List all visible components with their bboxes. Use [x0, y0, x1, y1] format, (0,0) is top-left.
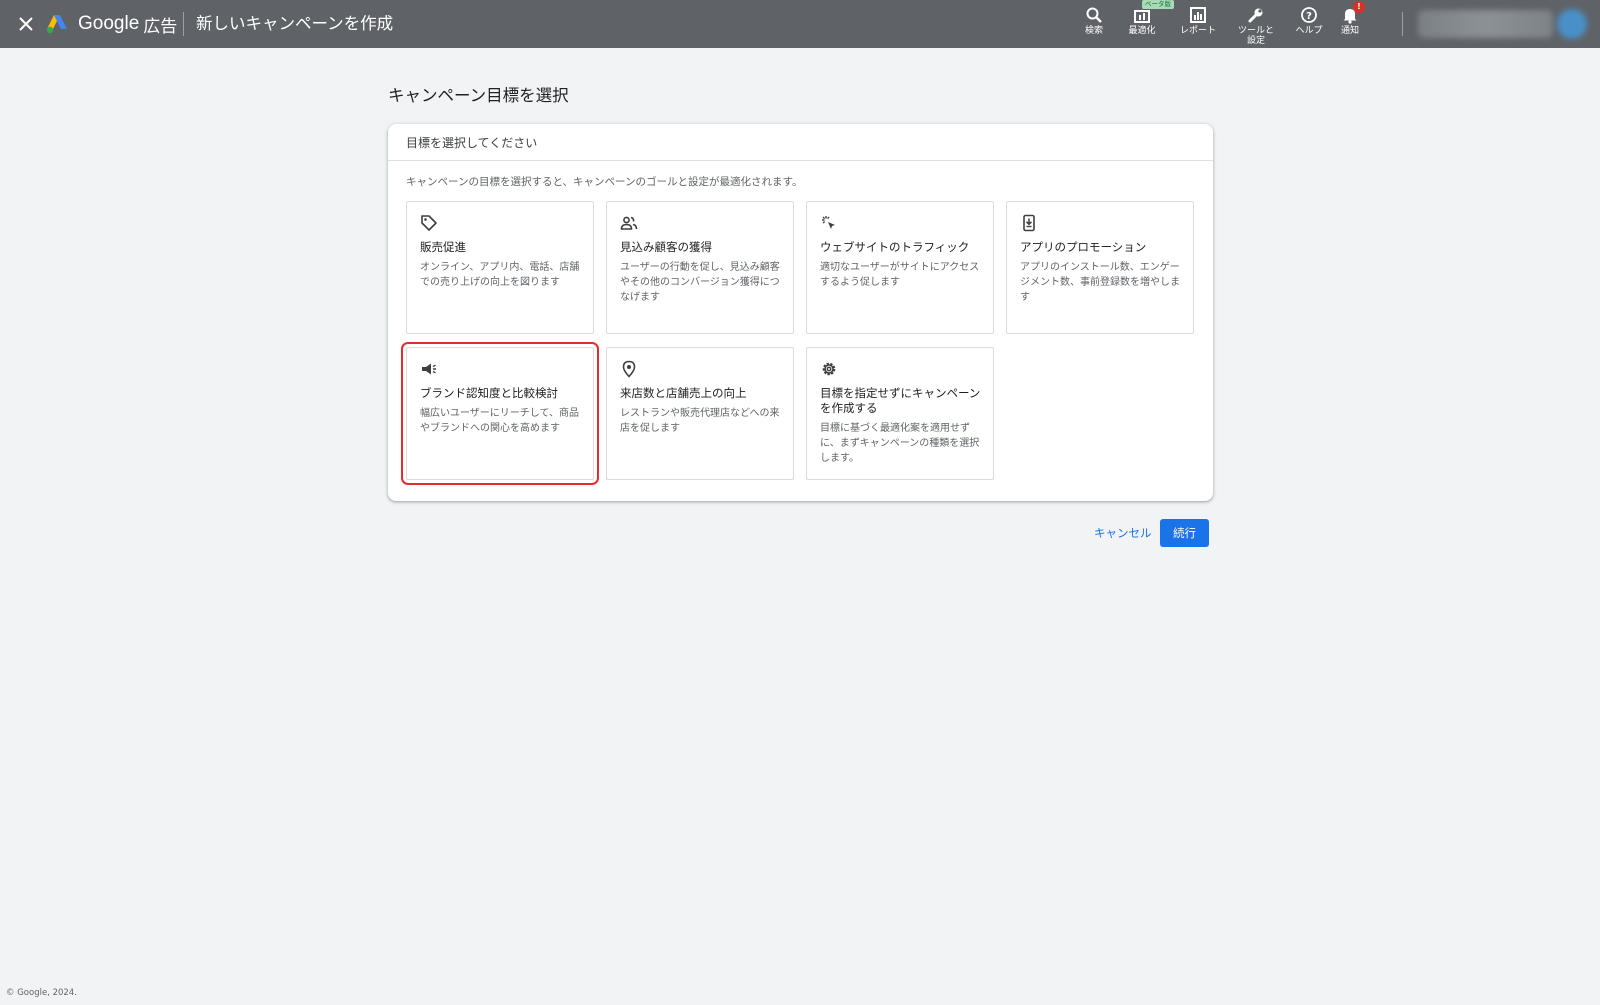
continue-button[interactable]: 続行 [1160, 519, 1209, 547]
footer-copyright: © Google, 2024. [6, 988, 77, 998]
goal-card-no-goal[interactable]: 目標を指定せずにキャンペーンを作成する 目標に基づく最適化案を適用せずに、まずキ… [806, 347, 994, 480]
main-heading: キャンペーン目標を選択 [388, 86, 569, 105]
goal-description: レストランや販売代理店などへの来店を促します [620, 408, 780, 434]
goal-card-local-store[interactable]: 来店数と店舗売上の向上 レストランや販売代理店などへの来店を促します [606, 347, 794, 480]
goal-title: アプリのプロモーション [1020, 240, 1147, 254]
brand-google: Google [78, 13, 140, 34]
close-icon [19, 17, 33, 31]
insights-tool-button[interactable]: ベータ版 最適化 [1118, 0, 1174, 36]
panel-description: キャンペーンの目標を選択すると、キャンペーンのゴールと設定が最適化されます。 [406, 176, 803, 188]
people-icon [620, 216, 638, 230]
goal-description: 目標に基づく最適化案を適用せずに、まずキャンペーンの種類を選択します。 [820, 423, 980, 464]
goal-title: ブランド認知度と比較検討 [420, 386, 558, 400]
goal-card-app-promotion[interactable]: アプリのプロモーション アプリのインストール数、エンゲージメント数、事前登録数を… [1006, 201, 1194, 334]
goal-title: 販売促進 [420, 240, 466, 254]
goal-card-leads[interactable]: 見込み顧客の獲得 ユーザーの行動を促し、見込み顧客やその他のコンバージョン獲得に… [606, 201, 794, 334]
brand-name: Google 広告 [78, 12, 178, 37]
account-info[interactable] [1418, 10, 1553, 38]
goal-description: アプリのインストール数、エンゲージメント数、事前登録数を増やします [1020, 262, 1180, 303]
goal-selection-panel: 目標を選択してください キャンペーンの目標を選択すると、キャンペーンのゴールと設… [388, 124, 1213, 501]
tool-label-reports: レポート [1179, 26, 1216, 36]
account-divider [1402, 12, 1403, 36]
location-pin-icon [622, 360, 636, 378]
goal-card-sales[interactable]: 販売促進 オンライン、アプリ内、電話、店舗での売り上げの向上を図ります [406, 201, 594, 334]
beta-badge: ベータ版 [1142, 0, 1174, 9]
goal-card-brand-awareness[interactable]: ブランド認知度と比較検討 幅広いユーザーにリーチして、商品やブランドへの関心を高… [401, 342, 599, 485]
goal-description: 適切なユーザーがサイトにアクセスするよう促します [820, 262, 980, 288]
goal-description: ユーザーの行動を促し、見込み顧客やその他のコンバージョン獲得につなげます [620, 262, 780, 303]
close-button[interactable] [14, 12, 38, 36]
search-tool-button[interactable]: 検索 [1070, 4, 1118, 36]
tool-label-search: 検索 [1084, 26, 1103, 36]
brand-ads: 広告 [143, 16, 178, 37]
goal-title: 見込み顧客の獲得 [620, 240, 712, 254]
tool-label-help: ヘルプ [1295, 26, 1323, 36]
report-icon [1190, 7, 1206, 23]
panel-heading: 目標を選択してください [388, 124, 1213, 161]
top-app-bar: Google 広告 新しいキャンペーンを作成 検索 ベータ版 最適化 レポート [0, 0, 1600, 48]
notifications-tool-button[interactable]: ! 通知 [1326, 1, 1374, 36]
notification-badge: ! [1353, 1, 1365, 13]
tag-icon [421, 215, 437, 231]
megaphone-icon [422, 363, 436, 375]
cancel-button[interactable]: キャンセル [1088, 521, 1158, 545]
goal-card-website-traffic[interactable]: ウェブサイトのトラフィック 適切なユーザーがサイトにアクセスするよう促します [806, 201, 994, 334]
goal-description: オンライン、アプリ内、電話、店舗での売り上げの向上を図ります [420, 262, 580, 288]
tool-label-insights: 最適化 [1128, 26, 1156, 36]
avatar[interactable] [1557, 9, 1587, 39]
reports-tool-button[interactable]: レポート [1174, 4, 1222, 36]
help-icon: ? [1301, 7, 1317, 23]
goal-title: 来店数と店舗売上の向上 [620, 386, 747, 400]
wrench-icon [1248, 8, 1263, 23]
tools-settings-button[interactable]: ツールと 設定 [1232, 4, 1280, 46]
phone-download-icon [1023, 214, 1035, 232]
tool-label-tools-line2: 設定 [1246, 36, 1265, 46]
click-icon [822, 216, 835, 229]
title-divider [183, 12, 184, 36]
tool-label-tools-line1: ツールと [1237, 26, 1274, 36]
goal-description: 幅広いユーザーにリーチして、商品やブランドへの関心を高めます [420, 408, 579, 434]
svg-text:?: ? [1306, 11, 1312, 22]
gear-icon [822, 362, 836, 376]
search-icon [1086, 7, 1102, 23]
tool-label-notifications: 通知 [1340, 26, 1359, 36]
page-title: 新しいキャンペーンを作成 [196, 14, 394, 33]
goal-title: ウェブサイトのトラフィック [820, 240, 970, 254]
google-ads-logo-icon [46, 15, 67, 34]
goal-title: 目標を指定せずにキャンペーンを作成する [820, 386, 981, 415]
